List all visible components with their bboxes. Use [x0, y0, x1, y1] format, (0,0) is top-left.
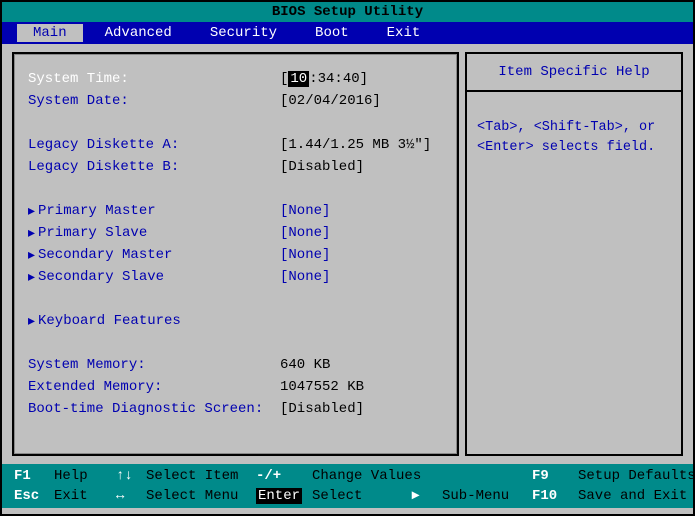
f1-key: F1	[14, 468, 54, 484]
select-item-hint: Select Item	[146, 468, 256, 484]
secondary-master-value[interactable]: [None]	[280, 247, 330, 263]
system-time-label: System Time:	[28, 71, 280, 87]
legacy-diskette-b-label: Legacy Diskette B:	[28, 159, 280, 175]
enter-key: Enter	[256, 488, 302, 504]
triangle-icon: ▸	[28, 269, 38, 286]
extended-memory-label: Extended Memory:	[28, 379, 280, 395]
window-title: BIOS Setup Utility	[2, 2, 693, 22]
save-exit-hint: Save and Exit	[578, 488, 695, 504]
main-panel: System Time: [10:34:40] System Date: [02…	[12, 52, 459, 456]
triangle-icon: ▸	[28, 203, 38, 220]
setup-defaults-hint: Setup Defaults	[578, 468, 695, 484]
submenu-hint: Sub-Menu	[442, 488, 532, 504]
tab-exit[interactable]: Exit	[371, 24, 437, 42]
primary-slave-label[interactable]: Primary Slave	[38, 225, 280, 241]
submenu-triangle-icon: ▸	[412, 487, 442, 504]
tab-main[interactable]: Main	[17, 24, 83, 42]
tab-advanced[interactable]: Advanced	[89, 24, 188, 42]
change-values-hint: Change Values	[312, 468, 412, 484]
tab-boot[interactable]: Boot	[299, 24, 365, 42]
triangle-icon: ▸	[28, 313, 38, 330]
extended-memory-value: 1047552 KB	[280, 379, 364, 395]
triangle-icon: ▸	[28, 225, 38, 242]
f9-key: F9	[532, 468, 578, 484]
secondary-slave-value[interactable]: [None]	[280, 269, 330, 285]
exit-hint: Exit	[54, 488, 116, 504]
system-date-value[interactable]: [02/04/2016]	[280, 93, 381, 109]
primary-master-value[interactable]: [None]	[280, 203, 330, 219]
system-time-value[interactable]: [10:34:40]	[280, 71, 368, 87]
select-menu-hint: Select Menu	[146, 488, 256, 504]
updown-key: ↑↓	[116, 468, 146, 484]
secondary-master-label[interactable]: Secondary Master	[38, 247, 280, 263]
footer-bar: F1 Help ↑↓ Select Item -/+ Change Values…	[2, 464, 693, 508]
boot-diag-value[interactable]: [Disabled]	[280, 401, 364, 417]
f10-key: F10	[532, 488, 578, 504]
legacy-diskette-b-value[interactable]: [Disabled]	[280, 159, 364, 175]
system-date-label: System Date:	[28, 93, 280, 109]
help-title: Item Specific Help	[467, 54, 681, 92]
help-panel: Item Specific Help <Tab>, <Shift-Tab>, o…	[465, 52, 683, 456]
menu-bar: Main Advanced Security Boot Exit	[2, 22, 693, 44]
plusminus-key: -/+	[256, 468, 312, 484]
legacy-diskette-a-label: Legacy Diskette A:	[28, 137, 280, 153]
secondary-slave-label[interactable]: Secondary Slave	[38, 269, 280, 285]
help-hint: Help	[54, 468, 116, 484]
esc-key: Esc	[14, 488, 54, 504]
leftright-key: ↔	[116, 488, 146, 504]
legacy-diskette-a-value[interactable]: [1.44/1.25 MB 3½"]	[280, 137, 431, 153]
system-memory-label: System Memory:	[28, 357, 280, 373]
primary-master-label[interactable]: Primary Master	[38, 203, 280, 219]
select-hint: Select	[312, 488, 412, 504]
tab-security[interactable]: Security	[194, 24, 293, 42]
system-memory-value: 640 KB	[280, 357, 330, 373]
help-body: <Tab>, <Shift-Tab>, or <Enter> selects f…	[467, 92, 681, 185]
boot-diag-label: Boot-time Diagnostic Screen:	[28, 401, 280, 417]
primary-slave-value[interactable]: [None]	[280, 225, 330, 241]
triangle-icon: ▸	[28, 247, 38, 264]
keyboard-features-label[interactable]: Keyboard Features	[38, 313, 181, 329]
